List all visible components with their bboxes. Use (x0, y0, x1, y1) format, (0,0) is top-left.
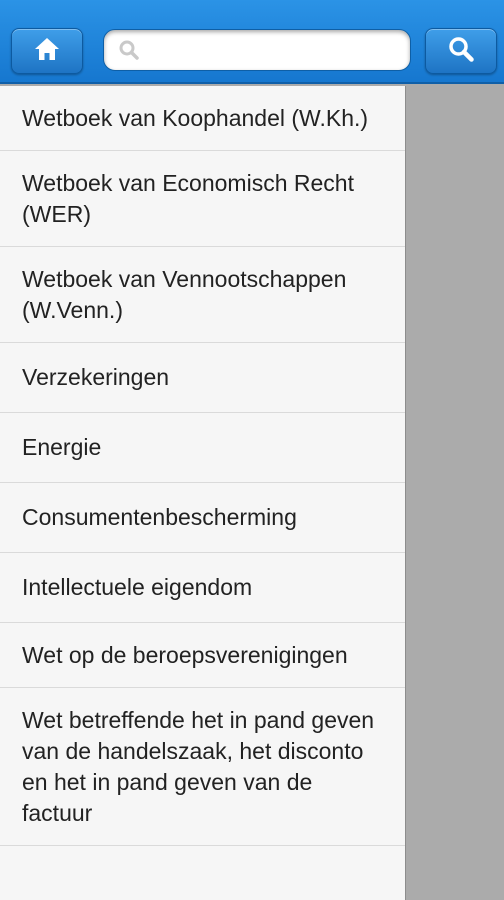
menu-item-label: Wetboek van Koophandel (W.Kh.) (22, 105, 369, 131)
menu-item-label: Wet betreffende het in pand geven van de… (22, 707, 375, 826)
menu-item-wetboek-vennootschappen[interactable]: Wetboek van Vennootschappen (W.Venn.) (0, 247, 405, 343)
menu-item-label: Energie (22, 434, 102, 460)
search-icon (447, 35, 475, 68)
content-overlay[interactable] (406, 86, 504, 900)
menu-item-label: Verzekeringen (22, 364, 170, 390)
menu-item-label: Intellectuele eigendom (22, 574, 253, 600)
menu-item-wetboek-koophandel[interactable]: Wetboek van Koophandel (W.Kh.) (0, 86, 405, 151)
navigation-menu: Wetboek van Koophandel (W.Kh.) Wetboek v… (0, 86, 406, 900)
menu-item-wetboek-economisch-recht[interactable]: Wetboek van Economisch Recht (WER) (0, 151, 405, 247)
search-input[interactable] (140, 30, 410, 70)
search-field[interactable] (103, 29, 411, 71)
home-icon (33, 36, 61, 67)
search-button[interactable] (425, 28, 497, 74)
menu-item-label: Wetboek van Vennootschappen (W.Venn.) (22, 266, 347, 323)
menu-item-pand-handelszaak[interactable]: Wet betreffende het in pand geven van de… (0, 688, 405, 846)
home-button[interactable] (11, 28, 83, 74)
menu-item-consumentenbescherming[interactable]: Consumentenbescherming (0, 483, 405, 553)
menu-item-label: Wetboek van Economisch Recht (WER) (22, 170, 354, 227)
search-icon (118, 39, 140, 61)
menu-item-verzekeringen[interactable]: Verzekeringen (0, 343, 405, 413)
menu-item-beroepsverenigingen[interactable]: Wet op de beroepsverenigingen (0, 623, 405, 688)
menu-item-label: Wet op de beroepsverenigingen (22, 642, 348, 668)
menu-item-label: Consumentenbescherming (22, 504, 297, 530)
menu-item-intellectuele-eigendom[interactable]: Intellectuele eigendom (0, 553, 405, 623)
top-toolbar (0, 0, 504, 84)
menu-item-energie[interactable]: Energie (0, 413, 405, 483)
